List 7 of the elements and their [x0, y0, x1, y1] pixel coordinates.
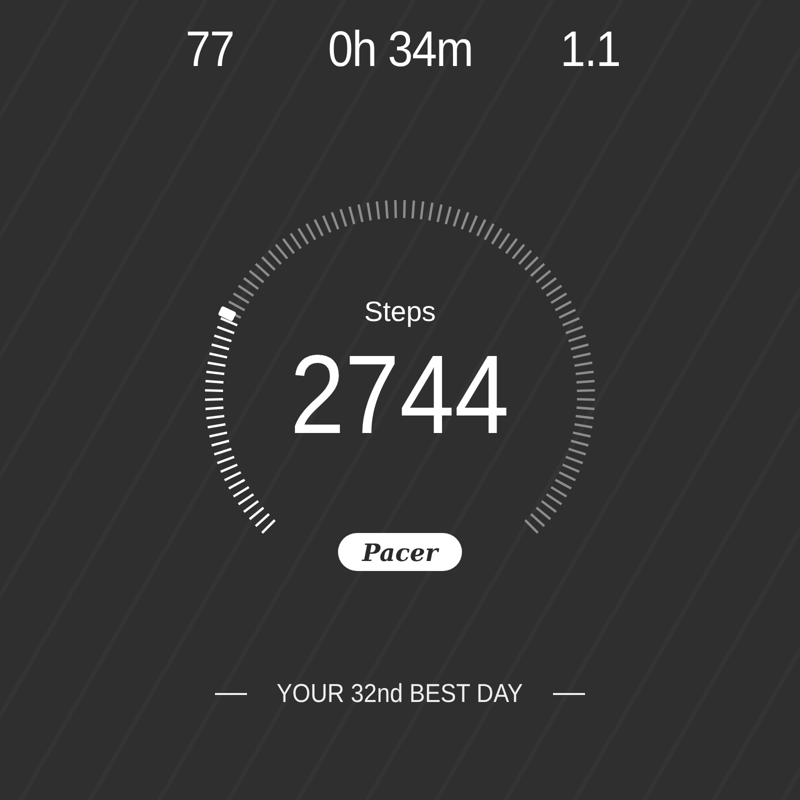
best-day-text: YOUR 32nd BEST DAY: [276, 678, 524, 709]
steps-label: Steps: [364, 297, 436, 327]
logo: Pacer: [338, 533, 462, 571]
steps-count: 2744: [290, 340, 510, 450]
stat-value: 77: [186, 20, 234, 78]
stat-value: 0h 34m: [328, 20, 472, 78]
stat-value: 1.1: [560, 20, 620, 78]
